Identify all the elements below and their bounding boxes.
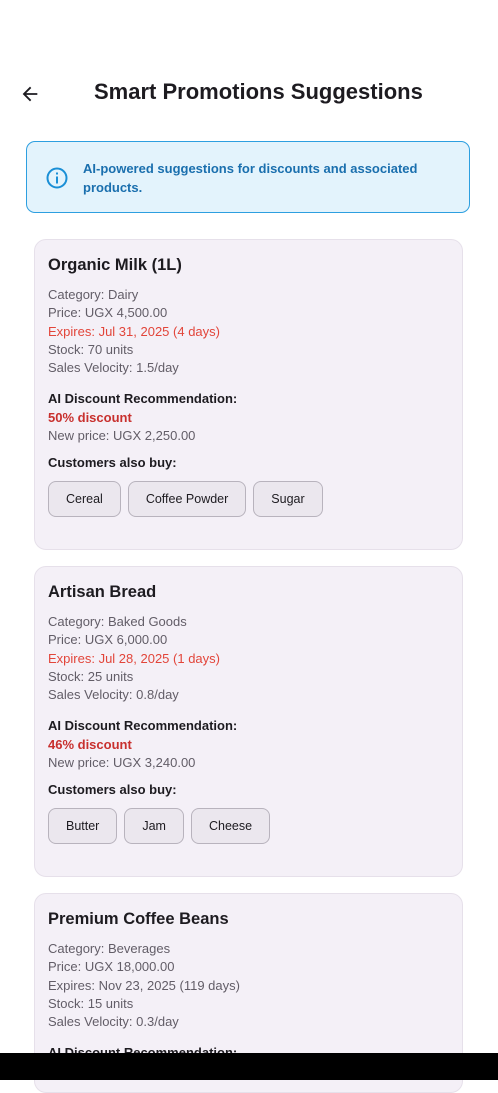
also-buy-chips: Cereal Coffee Powder Sugar xyxy=(48,481,449,518)
product-stock: Stock: 15 units xyxy=(48,995,134,1011)
product-card: Artisan Bread Category: Baked Goods Pric… xyxy=(34,566,463,877)
info-text: AI-powered suggestions for discounts and… xyxy=(83,161,418,195)
product-sales-velocity: Sales Velocity: 0.8/day xyxy=(48,687,179,703)
chip-cereal[interactable]: Cereal xyxy=(48,481,121,518)
product-stock: Stock: 70 units xyxy=(48,341,134,357)
product-expiry: Expires: Jul 31, 2025 (4 days) xyxy=(48,323,220,339)
chip-cheese[interactable]: Cheese xyxy=(190,808,271,845)
chip-sugar[interactable]: Sugar xyxy=(253,481,323,518)
new-price: New price: UGX 3,240.00 xyxy=(48,755,196,771)
app-bar: Smart Promotions Suggestions xyxy=(0,56,498,130)
back-button[interactable] xyxy=(14,78,46,110)
product-name: Artisan Bread xyxy=(48,583,157,601)
product-price: Price: UGX 6,000.00 xyxy=(48,632,168,648)
product-name: Organic Milk (1L) xyxy=(48,256,182,274)
product-price: Price: UGX 18,000.00 xyxy=(48,959,175,975)
discount-value: 50% discount xyxy=(48,409,132,425)
product-card: Organic Milk (1L) Category: Dairy Price:… xyxy=(34,239,463,550)
product-expiry: Expires: Nov 23, 2025 (119 days) xyxy=(48,977,240,993)
product-stock: Stock: 25 units xyxy=(48,668,134,684)
chip-jam[interactable]: Jam xyxy=(124,808,184,845)
discount-value: 46% discount xyxy=(48,736,132,752)
arrow-back-icon[interactable] xyxy=(19,83,41,105)
product-price: Price: UGX 4,500.00 xyxy=(48,305,168,321)
product-expiry: Expires: Jul 28, 2025 (1 days) xyxy=(48,650,220,666)
ai-recommendation-label: AI Discount Recommendation: xyxy=(48,718,238,734)
page-title: Smart Promotions Suggestions xyxy=(94,79,423,104)
info-circle-icon xyxy=(46,167,68,189)
chip-butter[interactable]: Butter xyxy=(48,808,118,845)
info-banner: AI-powered suggestions for discounts and… xyxy=(26,141,470,213)
new-price: New price: UGX 2,250.00 xyxy=(48,428,196,444)
system-navigation-bar xyxy=(0,1053,498,1080)
product-sales-velocity: Sales Velocity: 1.5/day xyxy=(48,360,179,376)
customers-also-buy-label: Customers also buy: xyxy=(48,782,177,798)
product-category: Category: Dairy xyxy=(48,287,139,302)
product-name: Premium Coffee Beans xyxy=(48,910,229,928)
also-buy-chips: Butter Jam Cheese xyxy=(48,808,449,845)
ai-recommendation-label: AI Discount Recommendation: xyxy=(48,391,238,407)
product-category: Category: Baked Goods xyxy=(48,614,187,629)
product-category: Category: Beverages xyxy=(48,941,171,956)
customers-also-buy-label: Customers also buy: xyxy=(48,455,177,471)
product-sales-velocity: Sales Velocity: 0.3/day xyxy=(48,1014,179,1030)
chip-coffee-powder[interactable]: Coffee Powder xyxy=(127,481,247,518)
